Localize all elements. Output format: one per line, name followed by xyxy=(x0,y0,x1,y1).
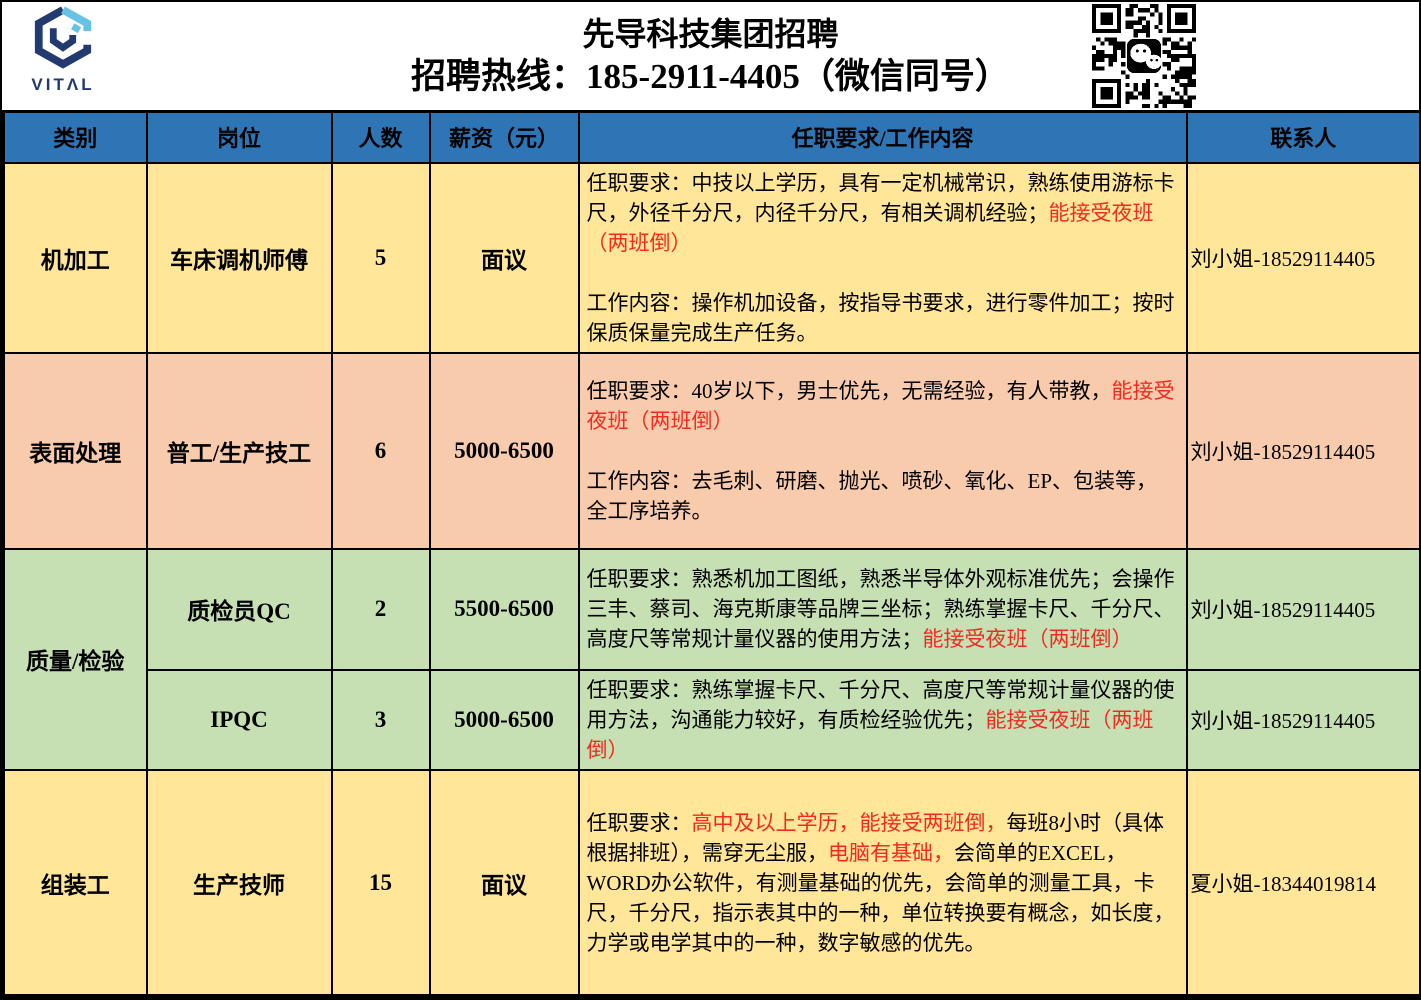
header-cell-position: 岗位 xyxy=(147,112,332,163)
requirements-cell: 任职要求：熟悉机加工图纸，熟悉半导体外观标准优先；会操作三丰、蔡司、海克斯康等品… xyxy=(579,549,1187,670)
requirement-paragraph: 任职要求：高中及以上学历，能接受两班倒，每班8小时（具体根据排班），需穿无尘服，… xyxy=(587,808,1178,958)
requirements-cell: 任职要求：高中及以上学历，能接受两班倒，每班8小时（具体根据排班），需穿无尘服，… xyxy=(579,770,1187,997)
header-cell-headcount: 人数 xyxy=(332,112,430,163)
banner: VITΛL 先导科技集团招聘 招聘热线：185-2911-4405（微信同号） xyxy=(2,2,1419,110)
requirement-paragraph: 工作内容：操作机加设备，按指导书要求，进行零件加工；按时保质保量完成生产任务。 xyxy=(587,288,1178,348)
requirements-cell: 任职要求：中技以上学历，具有一定机械常识，熟练使用游标卡尺，外径千分尺，内径千分… xyxy=(579,163,1187,353)
contact-cell: 刘小姐-18529114405 xyxy=(1187,163,1421,353)
position-cell: 普工/生产技工 xyxy=(147,353,332,549)
salary-cell: 5000-6500 xyxy=(430,670,579,770)
contact-cell: 刘小姐-18529114405 xyxy=(1187,670,1421,770)
header-cell-salary: 薪资（元） xyxy=(430,112,579,163)
header-cell-requirements: 任职要求/工作内容 xyxy=(579,112,1187,163)
contact-cell: 夏小姐-18344019814 xyxy=(1187,770,1421,997)
job-table: 类别 岗位 人数 薪资（元） 任职要求/工作内容 联系人 机加工车床调机师傅5面… xyxy=(2,110,1421,998)
position-cell: 质检员QC xyxy=(147,549,332,670)
page-title: 先导科技集团招聘 xyxy=(2,2,1419,53)
headcount-cell: 5 xyxy=(332,163,430,353)
requirement-paragraph: 任职要求：熟练掌握卡尺、千分尺、高度尺等常规计量仪器的使用方法，沟通能力较好，有… xyxy=(587,675,1178,765)
category-cell: 组装工 xyxy=(4,770,147,997)
headcount-cell: 2 xyxy=(332,549,430,670)
salary-cell: 5000-6500 xyxy=(430,353,579,549)
wechat-qr-code-icon xyxy=(1092,4,1196,108)
header-cell-category: 类别 xyxy=(4,112,147,163)
requirements-cell: 任职要求：40岁以下，男士优先，无需经验，有人带教，能接受夜班（两班倒） 工作内容… xyxy=(579,353,1187,549)
contact-cell: 刘小姐-18529114405 xyxy=(1187,549,1421,670)
job-row: 机加工车床调机师傅5面议任职要求：中技以上学历，具有一定机械常识，熟练使用游标卡… xyxy=(4,163,1421,353)
category-cell: 机加工 xyxy=(4,163,147,353)
recruitment-poster: VITΛL 先导科技集团招聘 招聘热线：185-2911-4405（微信同号） … xyxy=(0,0,1421,1000)
requirement-paragraph: 任职要求：40岁以下，男士优先，无需经验，有人带教，能接受夜班（两班倒） xyxy=(587,376,1178,436)
job-table-body: 机加工车床调机师傅5面议任职要求：中技以上学历，具有一定机械常识，熟练使用游标卡… xyxy=(4,163,1421,997)
header-row: 类别 岗位 人数 薪资（元） 任职要求/工作内容 联系人 xyxy=(4,112,1421,163)
salary-cell: 面议 xyxy=(430,163,579,353)
salary-cell: 面议 xyxy=(430,770,579,997)
headcount-cell: 3 xyxy=(332,670,430,770)
category-cell: 表面处理 xyxy=(4,353,147,549)
requirement-paragraph: 任职要求：熟悉机加工图纸，熟悉半导体外观标准优先；会操作三丰、蔡司、海克斯康等品… xyxy=(587,564,1178,654)
headcount-cell: 6 xyxy=(332,353,430,549)
requirement-paragraph: 任职要求：中技以上学历，具有一定机械常识，熟练使用游标卡尺，外径千分尺，内径千分… xyxy=(587,168,1178,258)
position-cell: 生产技师 xyxy=(147,770,332,997)
job-row: 表面处理普工/生产技工65000-6500任职要求：40岁以下，男士优先，无需经… xyxy=(4,353,1421,549)
hotline-line: 招聘热线：185-2911-4405（微信同号） xyxy=(2,56,1419,98)
position-cell: IPQC xyxy=(147,670,332,770)
category-cell: 质量/检验 xyxy=(4,549,147,770)
job-row: 组装工生产技师15面议任职要求：高中及以上学历，能接受两班倒，每班8小时（具体根… xyxy=(4,770,1421,997)
header-cell-contact: 联系人 xyxy=(1187,112,1421,163)
job-row: IPQC35000-6500任职要求：熟练掌握卡尺、千分尺、高度尺等常规计量仪器… xyxy=(4,670,1421,770)
salary-cell: 5500-6500 xyxy=(430,549,579,670)
headcount-cell: 15 xyxy=(332,770,430,997)
requirements-cell: 任职要求：熟练掌握卡尺、千分尺、高度尺等常规计量仪器的使用方法，沟通能力较好，有… xyxy=(579,670,1187,770)
requirement-paragraph: 工作内容：去毛刺、研磨、抛光、喷砂、氧化、EP、包装等，全工序培养。 xyxy=(587,466,1178,526)
banner-titles: 先导科技集团招聘 招聘热线：185-2911-4405（微信同号） xyxy=(2,2,1419,98)
position-cell: 车床调机师傅 xyxy=(147,163,332,353)
job-row: 质量/检验质检员QC25500-6500任职要求：熟悉机加工图纸，熟悉半导体外观… xyxy=(4,549,1421,670)
contact-cell: 刘小姐-18529114405 xyxy=(1187,353,1421,549)
